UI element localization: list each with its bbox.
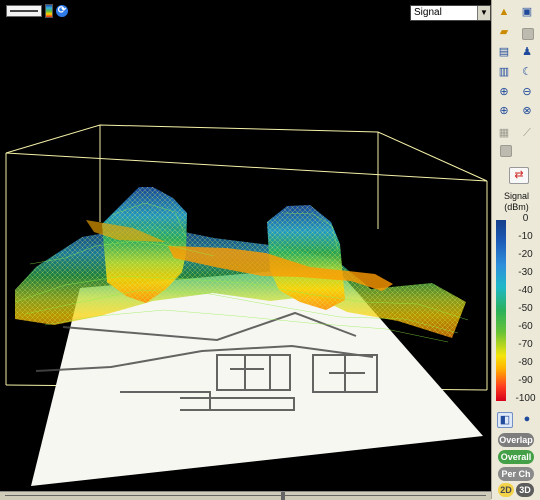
warning-icon[interactable]: ▲ — [497, 5, 511, 19]
app-window: ⟳ Signal ▼ ▲ ▣ ▰ ▤ ♟ ▥ ☾ ⊕ ⊖ ⊕ ⊗ ▦ ⟋ ⇄ S… — [0, 0, 540, 500]
signal-type-select[interactable]: Signal ▼ — [410, 5, 491, 21]
legend-tick: -10 — [518, 231, 533, 242]
grid-icon[interactable]: ▦ — [497, 126, 511, 140]
legend-tick: -80 — [518, 357, 533, 368]
walk-icon[interactable]: ♟ — [520, 45, 534, 59]
refresh-icon[interactable]: ⟳ — [56, 5, 68, 17]
zoom-area-icon[interactable]: ⊕ — [497, 104, 511, 118]
legend-tick: 0 — [522, 213, 529, 224]
legend-tick: -90 — [518, 375, 533, 386]
zoom-in-icon[interactable]: ⊕ — [497, 85, 511, 99]
legend-tick: -100 — [515, 393, 536, 404]
display-icon[interactable]: ▤ — [497, 45, 511, 59]
measure-icon[interactable]: ⟋ — [520, 126, 534, 140]
view-slider[interactable] — [6, 5, 42, 17]
layer-icon[interactable]: ◧ — [497, 412, 513, 428]
signal-type-select-value: Signal — [414, 7, 442, 18]
legend-tick: -50 — [518, 303, 533, 314]
legend-tick: -20 — [518, 249, 533, 260]
legend-ticks: 0 -10 -20 -30 -40 -50 -60 -70 -80 -90 -1… — [513, 214, 539, 404]
point-icon[interactable]: ● — [520, 412, 534, 426]
folder-icon[interactable]: ▰ — [497, 25, 511, 39]
legend-unit: (dBm) — [504, 202, 529, 212]
overall-button[interactable]: Overall — [498, 450, 534, 464]
per-channel-button[interactable]: Per Ch — [498, 467, 534, 481]
legend-tick: -40 — [518, 285, 533, 296]
overlap-button[interactable]: Overlap — [498, 433, 534, 447]
moon-icon[interactable]: ☾ — [520, 65, 534, 79]
mini-legend-icon — [45, 4, 53, 18]
signal-3d-visualization — [5, 124, 488, 486]
legend-title: Signal — [503, 191, 530, 201]
legend-tick: -30 — [518, 267, 533, 278]
legend-tick: -70 — [518, 339, 533, 350]
3d-viewport[interactable]: ⟳ Signal ▼ — [0, 0, 491, 491]
view-controls: ⟳ — [6, 4, 68, 18]
signal-scale — [496, 220, 506, 401]
view-3d-button[interactable]: 3D — [516, 483, 534, 497]
legend-tick: -60 — [518, 321, 533, 332]
gray-square-icon[interactable] — [500, 145, 512, 157]
square-icon[interactable] — [522, 28, 534, 40]
right-toolbar: ▲ ▣ ▰ ▤ ♟ ▥ ☾ ⊕ ⊖ ⊕ ⊗ ▦ ⟋ ⇄ Signal (dBm)… — [491, 0, 540, 499]
swap-icon[interactable]: ⇄ — [509, 167, 529, 184]
zoom-reset-icon[interactable]: ⊗ — [520, 104, 534, 118]
save-icon[interactable]: ▥ — [497, 65, 511, 79]
print-icon[interactable]: ▣ — [520, 5, 534, 19]
zoom-out-icon[interactable]: ⊖ — [520, 85, 534, 99]
view-2d-button[interactable]: 2D — [498, 483, 514, 497]
chevron-down-icon[interactable]: ▼ — [477, 6, 490, 20]
